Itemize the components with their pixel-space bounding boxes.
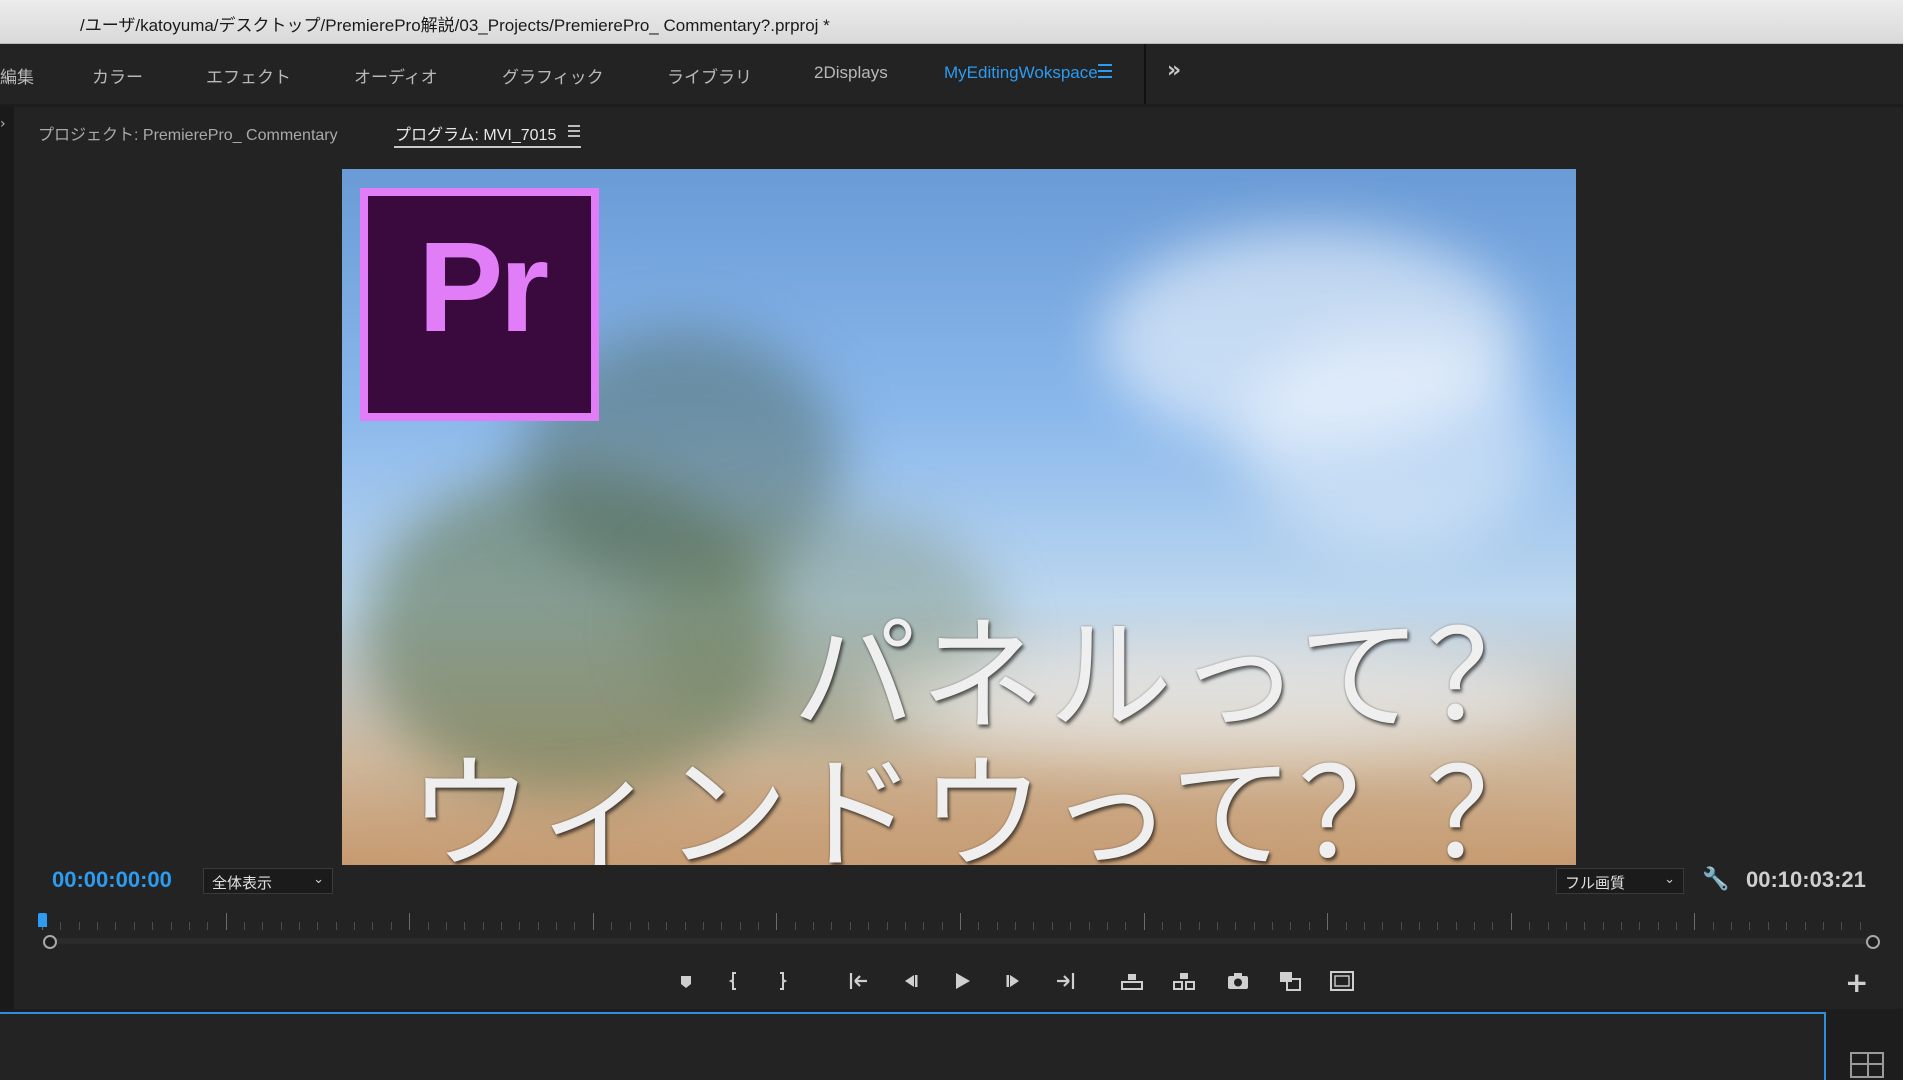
- wrench-icon[interactable]: 🔧: [1702, 867, 1729, 892]
- title-bar: /ユーザ/katoyuma/デスクトップ/PremierePro解説/03_Pr…: [0, 0, 1903, 44]
- chevron-down-icon: ⌄: [313, 871, 324, 886]
- play-button[interactable]: [944, 966, 980, 996]
- comparison-icon: [1280, 972, 1301, 991]
- extract-button[interactable]: [1166, 966, 1202, 996]
- workspace-tab-edit[interactable]: 編集: [0, 63, 34, 88]
- window-title: /ユーザ/katoyuma/デスクトップ/PremierePro解説/03_Pr…: [80, 16, 830, 35]
- plus-icon[interactable]: +: [1845, 966, 1868, 999]
- zoom-level-value: 全体表示: [212, 875, 273, 892]
- extract-icon: [1173, 973, 1195, 990]
- chevron-right-icon[interactable]: ›: [0, 116, 6, 132]
- duration-timecode: 00:10:03:21: [1746, 867, 1866, 892]
- zoom-handle-left[interactable]: [43, 935, 57, 949]
- workspace-tab-2displays[interactable]: 2Displays: [814, 63, 888, 83]
- marker-icon: [681, 976, 691, 988]
- mark-in-button[interactable]: [716, 966, 752, 996]
- logo-text: Pr: [418, 216, 549, 359]
- workspace-bar: 編集 カラー エフェクト オーディオ グラフィック ライブラリ 2Display…: [0, 44, 1903, 104]
- left-collapsed-panel[interactable]: [0, 107, 15, 1009]
- premiere-logo: Pr: [360, 188, 599, 421]
- active-tab-underline: [394, 146, 581, 148]
- tab-project[interactable]: プロジェクト: PremierePro_ Commentary: [38, 121, 338, 145]
- mark-out-button[interactable]: [764, 966, 800, 996]
- caption-line-2: ウィンドウって？？: [408, 743, 1554, 865]
- export-frame-button[interactable]: [1220, 966, 1256, 996]
- premiere-window: /ユーザ/katoyuma/デスクトップ/PremierePro解説/03_Pr…: [0, 0, 1903, 1080]
- chevron-down-icon: ⌄: [1664, 871, 1675, 886]
- safe-margins-icon: [1330, 971, 1354, 991]
- workspace-tab-libraries[interactable]: ライブラリ: [667, 63, 752, 88]
- tab-program[interactable]: プログラム: MVI_7015: [395, 121, 556, 145]
- camera-icon: [1228, 973, 1248, 989]
- zoom-level-select[interactable]: 全体表示 ⌄: [203, 868, 333, 894]
- step-back-button[interactable]: [892, 966, 928, 996]
- zoom-scroll-bar[interactable]: [49, 938, 1875, 944]
- step-forward-button[interactable]: [996, 966, 1032, 996]
- safe-margins-button[interactable]: [1324, 966, 1360, 996]
- play-icon: [956, 973, 970, 989]
- hamburger-icon[interactable]: [1098, 64, 1112, 82]
- current-timecode[interactable]: 00:00:00:00: [52, 867, 172, 893]
- go-to-out-icon: [1057, 973, 1075, 989]
- lift-icon: [1121, 974, 1143, 990]
- workspace-tab-color[interactable]: カラー: [92, 63, 143, 88]
- panel-layout-icon[interactable]: [1850, 1052, 1884, 1078]
- workspace-tab-effects[interactable]: エフェクト: [206, 63, 291, 88]
- workspace-divider: [1144, 44, 1146, 104]
- go-to-out-button[interactable]: [1048, 966, 1084, 996]
- panel-menu-icon[interactable]: [568, 125, 580, 140]
- workspace-tab-graphics[interactable]: グラフィック: [502, 63, 604, 88]
- step-forward-icon: [1006, 975, 1019, 987]
- go-to-in-button[interactable]: [840, 966, 876, 996]
- lift-button[interactable]: [1114, 966, 1150, 996]
- go-to-in-icon: [849, 973, 867, 989]
- add-marker-button[interactable]: [668, 966, 704, 996]
- workspace-tab-myediting[interactable]: MyEditingWokspace: [944, 63, 1098, 83]
- workspace-tab-audio[interactable]: オーディオ: [354, 63, 438, 88]
- mark-out-icon: [780, 972, 788, 990]
- time-ruler[interactable]: [42, 909, 1878, 931]
- playhead[interactable]: [38, 913, 47, 927]
- mark-in-icon: [728, 972, 736, 990]
- playback-resolution-select[interactable]: フル画質 ⌄: [1556, 868, 1684, 894]
- step-back-icon: [905, 975, 918, 987]
- timeline-panel[interactable]: [0, 1012, 1826, 1080]
- comparison-view-button[interactable]: [1272, 966, 1308, 996]
- playback-resolution-value: フル画質: [1565, 875, 1626, 892]
- double-chevron-right-icon[interactable]: »: [1167, 58, 1181, 83]
- zoom-handle-right[interactable]: [1866, 935, 1880, 949]
- program-monitor-video[interactable]: Pr パネルって？ ウィンドウって？？: [342, 169, 1576, 865]
